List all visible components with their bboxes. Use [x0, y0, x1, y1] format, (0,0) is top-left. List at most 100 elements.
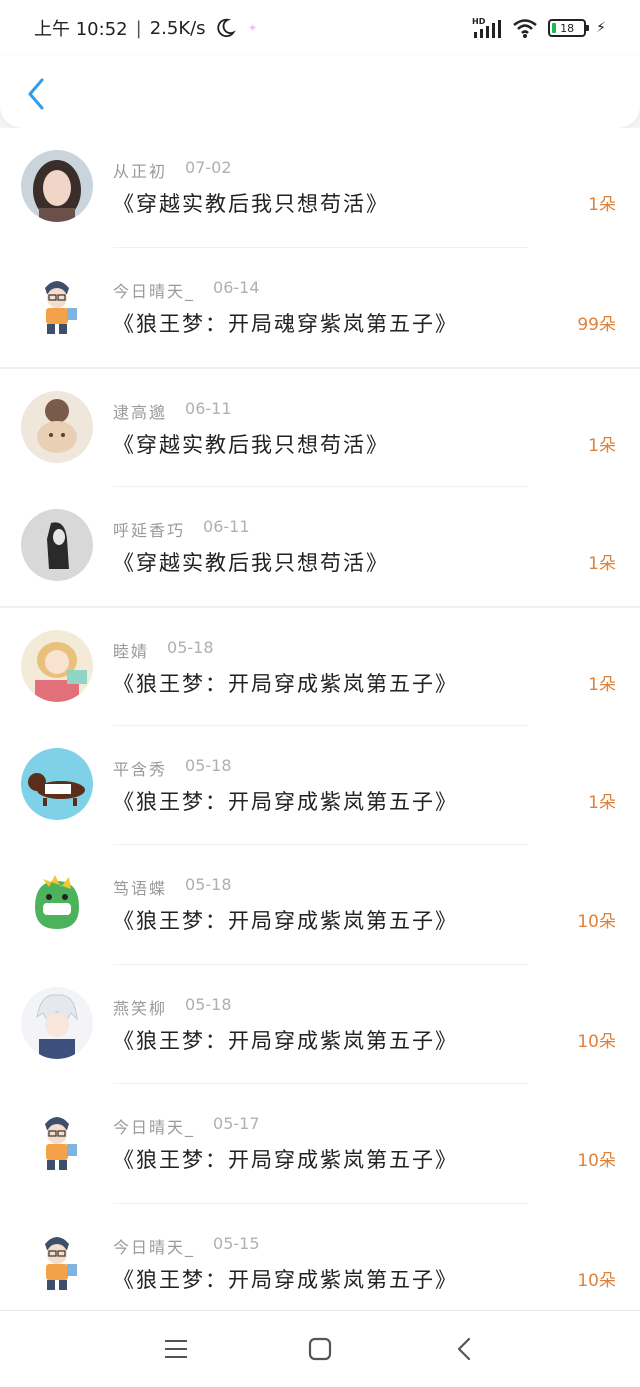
avatar[interactable]	[21, 747, 93, 820]
flower-count: 10朵	[577, 1031, 616, 1052]
entry-date: 05-17	[213, 1114, 260, 1133]
book-title[interactable]: 《穿越实教后我只想苟活》	[113, 429, 560, 459]
flower-count: 1朵	[588, 675, 616, 695]
list-item[interactable]: 今日晴天_ 05-15 《狼王梦：开局穿成紫岚第五子》 10朵	[0, 1203, 640, 1323]
entry-info: 今日晴天_ 05-17 《狼王梦：开局穿成紫岚第五子》	[113, 1114, 560, 1174]
entry-meta: 今日晴天_ 05-15	[113, 1234, 560, 1258]
flower-count: 99朵	[577, 314, 616, 335]
entry-info: 睦婧 05-18 《狼王梦：开局穿成紫岚第五子》	[113, 638, 560, 698]
flower-count: 10朵	[577, 912, 616, 932]
flower-count: 10朵	[577, 1270, 616, 1291]
status-bar: 上午 10:52 | 2.5K/s ✦ HD 18 ⚡	[0, 0, 640, 56]
list-item[interactable]: 燕笑柳 05-18 《狼王梦：开局穿成紫岚第五子》 10朵	[0, 964, 640, 1084]
entry-meta: 呼延香巧 06-11	[113, 517, 560, 541]
list-item[interactable]: 逮高邈 06-11 《穿越实教后我只想苟活》 1朵	[0, 367, 640, 487]
avatar[interactable]	[21, 150, 93, 222]
book-title[interactable]: 《狼王梦：开局魂穿紫岚第五子》	[113, 308, 560, 338]
entry-meta: 燕笑柳 05-18	[113, 995, 560, 1019]
username[interactable]: 今日晴天_	[113, 278, 195, 302]
entry-date: 06-14	[213, 277, 260, 297]
avatar[interactable]	[21, 630, 93, 702]
entry-date: 05-18	[185, 755, 232, 775]
book-title[interactable]: 《狼王梦：开局穿成紫岚第五子》	[113, 905, 560, 935]
book-title[interactable]: 《狼王梦：开局穿成紫岚第五子》	[113, 786, 560, 816]
entry-meta: 今日晴天_ 06-14	[113, 278, 560, 302]
avatar[interactable]	[21, 508, 93, 581]
avatar[interactable]	[21, 1225, 93, 1298]
home-button[interactable]	[303, 1332, 337, 1366]
hd-badge: HD	[472, 17, 486, 26]
list-item[interactable]: 今日晴天_ 05-17 《狼王梦：开局穿成紫岚第五子》 10朵	[0, 1084, 640, 1204]
status-left: 上午 10:52 | 2.5K/s ✦	[34, 15, 258, 41]
entry-date: 06-11	[185, 399, 232, 418]
back-button[interactable]	[20, 74, 52, 114]
entry-info: 从正初 07-02 《穿越实教后我只想苟活》	[113, 158, 560, 218]
clock: 上午 10:52	[34, 19, 128, 40]
battery-icon: 18	[548, 19, 590, 37]
flower-count: 1朵	[588, 792, 616, 813]
entry-info: 逮高邈 06-11 《穿越实教后我只想苟活》	[113, 399, 560, 459]
book-title[interactable]: 《狼王梦：开局穿成紫岚第五子》	[113, 668, 560, 698]
entry-date: 05-18	[167, 638, 214, 657]
list-item[interactable]: 从正初 07-02 《穿越实教后我只想苟活》 1朵	[0, 128, 640, 248]
book-title[interactable]: 《穿越实教后我只想苟活》	[113, 547, 560, 577]
entry-info: 呼延香巧 06-11 《穿越实教后我只想苟活》	[113, 517, 560, 577]
list-item[interactable]: 今日晴天_ 06-14 《狼王梦：开局魂穿紫岚第五子》 99朵	[0, 247, 640, 367]
girl-hugging-bear-avatar-icon	[21, 391, 93, 463]
green-dino-avatar-icon	[21, 867, 93, 939]
flower-count: 10朵	[577, 1151, 616, 1171]
list-item[interactable]: 平含秀 05-18 《狼王梦：开局穿成紫岚第五子》 1朵	[0, 725, 640, 845]
avatar[interactable]	[21, 269, 93, 342]
top-header	[0, 56, 640, 128]
username[interactable]: 今日晴天_	[113, 1114, 195, 1138]
menu-icon	[165, 1340, 187, 1358]
entry-info: 今日晴天_ 05-15 《狼王梦：开局穿成紫岚第五子》	[113, 1234, 560, 1294]
entry-meta: 平含秀 05-18	[113, 756, 560, 780]
back-triangle-icon	[457, 1337, 471, 1361]
avatar[interactable]	[21, 1106, 93, 1178]
cartoon-boy-avatar-icon	[21, 1106, 93, 1178]
username[interactable]: 今日晴天_	[113, 1234, 195, 1258]
cartoon-boy-avatar-icon	[21, 1225, 93, 1298]
wifi-icon	[513, 19, 537, 38]
book-title[interactable]: 《狼王梦：开局穿成紫岚第五子》	[113, 1144, 560, 1174]
avatar[interactable]	[21, 986, 93, 1059]
list-item[interactable]: 睦婧 05-18 《狼王梦：开局穿成紫岚第五子》 1朵	[0, 606, 640, 726]
network-speed: 2.5K/s	[149, 17, 206, 39]
entry-date: 05-15	[213, 1233, 260, 1253]
entry-meta: 笃语蝶 05-18	[113, 875, 560, 899]
do-not-disturb-moon-icon	[216, 18, 236, 38]
entry-meta: 今日晴天_ 05-17	[113, 1114, 560, 1138]
username[interactable]: 睦婧	[113, 638, 149, 662]
username[interactable]: 从正初	[113, 158, 167, 182]
entry-date: 05-18	[185, 875, 232, 894]
book-title[interactable]: 《狼王梦：开局穿成紫岚第五子》	[113, 1264, 560, 1294]
avatar[interactable]	[21, 867, 93, 939]
book-title[interactable]: 《穿越实教后我只想苟活》	[113, 188, 560, 218]
home-square-icon	[308, 1337, 332, 1361]
flower-count: 1朵	[588, 553, 616, 574]
entry-date: 07-02	[185, 158, 232, 177]
cell-signal-icon: HD	[472, 17, 502, 38]
recent-apps-button[interactable]	[159, 1332, 193, 1366]
avatar[interactable]	[21, 391, 93, 463]
book-title[interactable]: 《狼王梦：开局穿成紫岚第五子》	[113, 1025, 560, 1055]
username[interactable]: 逮高邈	[113, 399, 167, 423]
dachshund-avatar-icon	[21, 747, 93, 820]
entry-info: 今日晴天_ 06-14 《狼王梦：开局魂穿紫岚第五子》	[113, 278, 560, 338]
entry-meta: 睦婧 05-18	[113, 638, 560, 662]
username[interactable]: 平含秀	[113, 756, 167, 780]
username[interactable]: 燕笑柳	[113, 995, 167, 1019]
entry-date: 05-18	[185, 994, 232, 1014]
system-nav-bar	[0, 1310, 640, 1387]
battery-level: 18	[560, 21, 575, 35]
system-back-button[interactable]	[447, 1332, 481, 1366]
list-item[interactable]: 笃语蝶 05-18 《狼王梦：开局穿成紫岚第五子》 10朵	[0, 845, 640, 965]
username[interactable]: 呼延香巧	[113, 517, 185, 541]
list-item[interactable]: 呼延香巧 06-11 《穿越实教后我只想苟活》 1朵	[0, 486, 640, 606]
username[interactable]: 笃语蝶	[113, 875, 167, 899]
girl-monochrome-avatar-icon	[21, 508, 93, 581]
entry-meta: 从正初 07-02	[113, 158, 560, 182]
anime-white-hair-avatar-icon	[21, 986, 93, 1059]
chevron-left-icon	[28, 78, 44, 110]
